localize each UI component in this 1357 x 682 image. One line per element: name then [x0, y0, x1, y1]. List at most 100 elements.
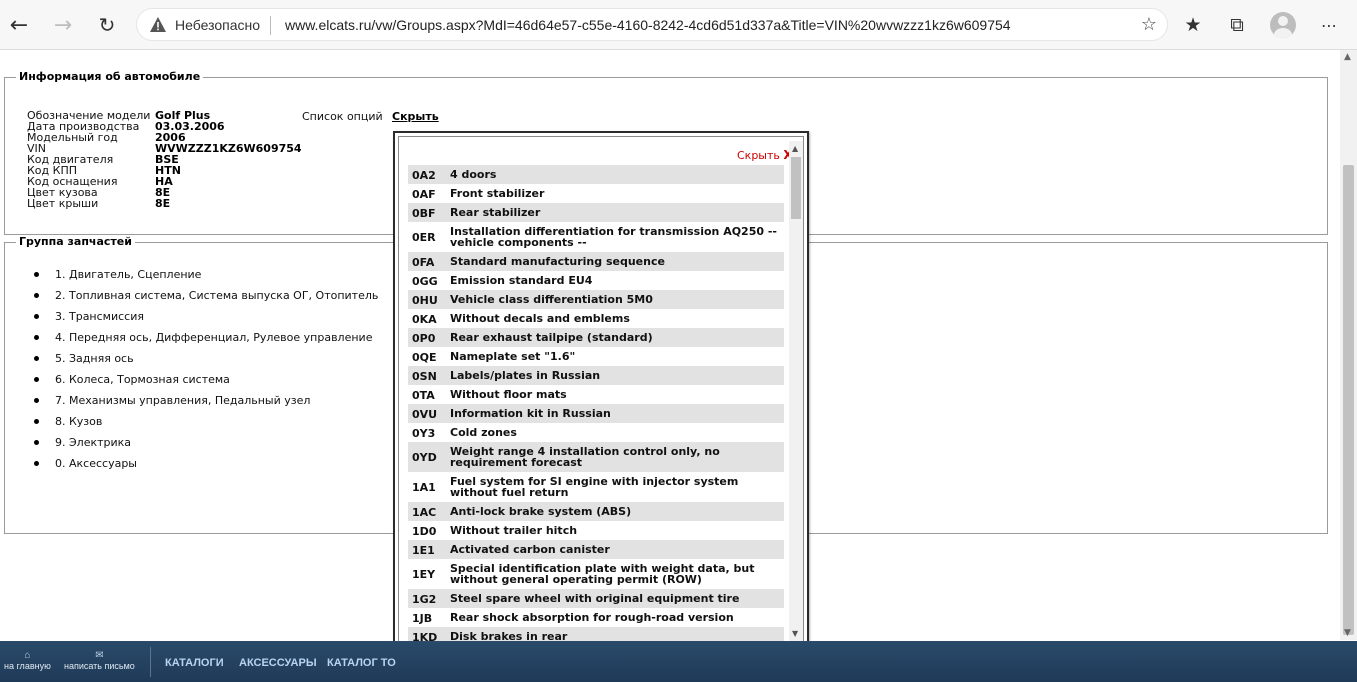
info-label: Цвет крыши — [27, 197, 99, 210]
warning-icon[interactable] — [149, 16, 167, 34]
popup-close-button[interactable]: Скрыть X — [737, 148, 793, 162]
back-icon[interactable]: ← — [6, 12, 32, 38]
option-desc: Cold zones — [450, 426, 517, 439]
bullet-icon — [34, 335, 39, 340]
options-hide-link[interactable]: Скрыть — [392, 110, 439, 123]
table-row: 1D0 Without trailer hitch — [408, 521, 784, 540]
table-row: 1KD Disk brakes in rear — [408, 627, 784, 641]
option-desc: Installation differentiation for transmi… — [450, 225, 777, 249]
bullet-icon — [34, 398, 39, 403]
footer-link-catalogs[interactable]: КАТАЛОГИ — [165, 657, 224, 669]
option-desc: Standard manufacturing sequence — [450, 255, 665, 268]
table-row: 0YD Weight range 4 installation control o… — [408, 442, 784, 472]
option-desc: Special identification plate with weight… — [450, 562, 755, 586]
table-row: 1JB Rear shock absorption for rough-road … — [408, 608, 784, 627]
option-code: 1JB — [412, 612, 433, 625]
option-desc: Vehicle class differentiation 5M0 — [450, 293, 653, 306]
group-link[interactable]: 1. Двигатель, Сцепление — [55, 268, 201, 281]
group-link[interactable]: 9. Электрика — [55, 436, 131, 449]
option-code: 0ER — [412, 231, 436, 244]
group-link[interactable]: 3. Трансмиссия — [55, 310, 144, 323]
option-code: 1AC — [412, 506, 437, 519]
option-desc: Without floor mats — [450, 388, 567, 401]
more-menu-icon[interactable]: ⋯ — [1316, 12, 1342, 38]
address-bar[interactable]: Небезопасно www.elcats.ru/vw/Groups.aspx… — [136, 8, 1168, 41]
table-row: 0TA Without floor mats — [408, 385, 784, 404]
page-scrollbar[interactable]: ▲ ▼ — [1340, 50, 1357, 640]
table-row: 0A2 4 doors — [408, 165, 784, 184]
popup-scroll-down-icon[interactable]: ▼ — [792, 629, 798, 638]
group-link[interactable]: 6. Колеса, Тормозная система — [55, 373, 230, 386]
option-desc: Activated carbon canister — [450, 543, 610, 556]
options-popup-body: Скрыть X 0A24 doors 0AFFront stabilizer … — [398, 136, 804, 642]
bullet-icon — [34, 314, 39, 319]
mail-label[interactable]: написать письмо — [64, 661, 135, 671]
url-text[interactable]: www.elcats.ru/vw/Groups.aspx?MdI=46d64e5… — [285, 17, 1011, 33]
group-link[interactable]: 0. Аксессуары — [55, 457, 137, 470]
footer-link-service-catalog[interactable]: КАТАЛОГ ТО — [327, 657, 396, 669]
table-row: 0HU Vehicle class differentiation 5M0 — [408, 290, 784, 309]
table-row: 0ER Installation differentiation for tran… — [408, 222, 784, 252]
table-row: 0VU Information kit in Russian — [408, 404, 784, 423]
home-icon: ⌂ — [24, 650, 31, 661]
popup-scroll-thumb[interactable] — [791, 157, 801, 219]
option-code: 0BF — [412, 207, 436, 220]
site-footer: ⌂ на главную ✉ написать письмо КАТАЛОГИ … — [0, 641, 1357, 682]
table-row: 0GG Emission standard EU4 — [408, 271, 784, 290]
reload-icon[interactable]: ↻ — [94, 12, 120, 38]
bullet-icon — [34, 461, 39, 466]
group-link[interactable]: 2. Топливная система, Система выпуска ОГ… — [55, 289, 378, 302]
bullet-icon — [34, 440, 39, 445]
table-row: 1AC Anti-lock brake system (ABS) — [408, 502, 784, 521]
info-value: 8E — [155, 197, 171, 210]
option-code: 0VU — [412, 408, 438, 421]
options-list-label: Список опций — [302, 110, 383, 123]
option-desc: 4 doors — [450, 168, 497, 181]
add-favorite-icon[interactable]: ☆ — [1141, 14, 1157, 35]
mail-icon: ✉ — [95, 650, 104, 661]
option-desc: Labels/plates in Russian — [450, 369, 601, 382]
option-code: 0TA — [412, 389, 435, 402]
option-desc: Without trailer hitch — [450, 524, 578, 537]
table-row: 0AF Front stabilizer — [408, 184, 784, 203]
table-row: 0BF Rear stabilizer — [408, 203, 784, 222]
popup-close-label[interactable]: Скрыть — [737, 149, 780, 162]
home-label[interactable]: на главную — [4, 661, 51, 671]
bullet-icon — [34, 377, 39, 382]
option-code: 0GG — [412, 275, 438, 288]
bullet-icon — [34, 272, 39, 277]
group-link[interactable]: 7. Механизмы управления, Педальный узел — [55, 394, 310, 407]
group-link[interactable]: 5. Задняя ось — [55, 352, 134, 365]
home-link[interactable]: ⌂ на главную — [4, 650, 51, 672]
popup-scrollbar[interactable]: ▲ ▼ — [789, 141, 803, 641]
insecure-label[interactable]: Небезопасно — [175, 17, 260, 33]
page-scroll-thumb[interactable] — [1343, 165, 1354, 635]
collections-icon[interactable]: ⧉ — [1224, 12, 1250, 38]
group-link[interactable]: 8. Кузов — [55, 415, 102, 428]
forward-icon[interactable]: → — [50, 12, 76, 38]
option-desc: Without decals and emblems — [450, 312, 630, 325]
table-row: 0FA Standard manufacturing sequence — [408, 252, 784, 271]
table-row: 1A1 Fuel system for SI engine with inject… — [408, 472, 784, 502]
vehicle-info-legend: Информация об автомобиле — [16, 70, 204, 83]
option-desc: Front stabilizer — [450, 187, 545, 200]
option-code: 0Y3 — [412, 427, 436, 440]
options-popup: Скрыть X 0A24 doors 0AFFront stabilizer … — [393, 131, 809, 647]
favorites-icon[interactable]: ★ — [1180, 12, 1206, 38]
scroll-down-icon[interactable]: ▼ — [1344, 628, 1351, 638]
profile-avatar[interactable] — [1270, 12, 1296, 38]
popup-scroll-up-icon[interactable]: ▲ — [792, 144, 798, 153]
option-desc: Nameplate set "1.6" — [450, 350, 576, 363]
mail-link[interactable]: ✉ написать письмо — [64, 650, 135, 672]
scroll-up-icon[interactable]: ▲ — [1344, 52, 1351, 62]
option-desc: Rear exhaust tailpipe (standard) — [450, 331, 653, 344]
table-row: 0P0 Rear exhaust tailpipe (standard) — [408, 328, 784, 347]
option-code: 0HU — [412, 294, 438, 307]
option-desc: Emission standard EU4 — [450, 274, 593, 287]
table-row: 1EY Special identification plate with wei… — [408, 559, 784, 589]
option-desc: Weight range 4 installation control only… — [450, 445, 720, 469]
parts-group-legend: Группа запчастей — [16, 235, 135, 248]
bullet-icon — [34, 293, 39, 298]
footer-link-accessories[interactable]: АКСЕССУАРЫ — [239, 657, 317, 669]
group-link[interactable]: 4. Передняя ось, Дифференциал, Рулевое у… — [55, 331, 372, 344]
